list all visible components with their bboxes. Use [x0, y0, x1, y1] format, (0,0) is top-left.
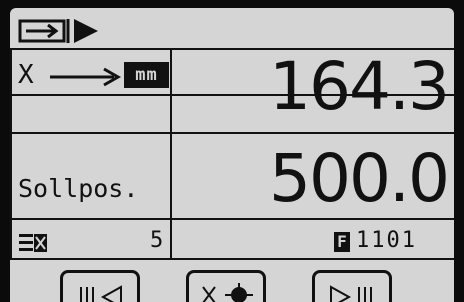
right-arrow-icon — [50, 67, 122, 87]
divider — [10, 218, 454, 220]
softkey-right[interactable] — [312, 270, 392, 302]
tool-table-icon — [19, 234, 47, 252]
program-number: 1101 — [356, 228, 417, 253]
x-axis-jog-icon — [202, 283, 253, 302]
target-position-label: Sollpos. — [18, 174, 139, 203]
divider — [10, 48, 12, 258]
divider — [10, 132, 454, 134]
insert-card-icon — [18, 19, 98, 43]
lcd-screen: X mm 164.3 Sollpos. 500.0 5 F 1101 — [10, 8, 454, 302]
divider — [170, 48, 172, 258]
softkey-left[interactable] — [60, 270, 140, 302]
axis-label: X — [18, 60, 34, 90]
softkey-center[interactable] — [186, 270, 266, 302]
program-prefix-badge: F — [334, 232, 350, 252]
tool-count: 5 — [150, 228, 164, 253]
divider — [10, 258, 454, 260]
right-triangle-pause-icon — [330, 285, 372, 302]
actual-position-value: 164.3 — [269, 48, 450, 125]
target-position-value: 500.0 — [269, 140, 450, 217]
pause-left-triangle-icon — [80, 285, 122, 302]
unit-badge: mm — [124, 62, 169, 88]
